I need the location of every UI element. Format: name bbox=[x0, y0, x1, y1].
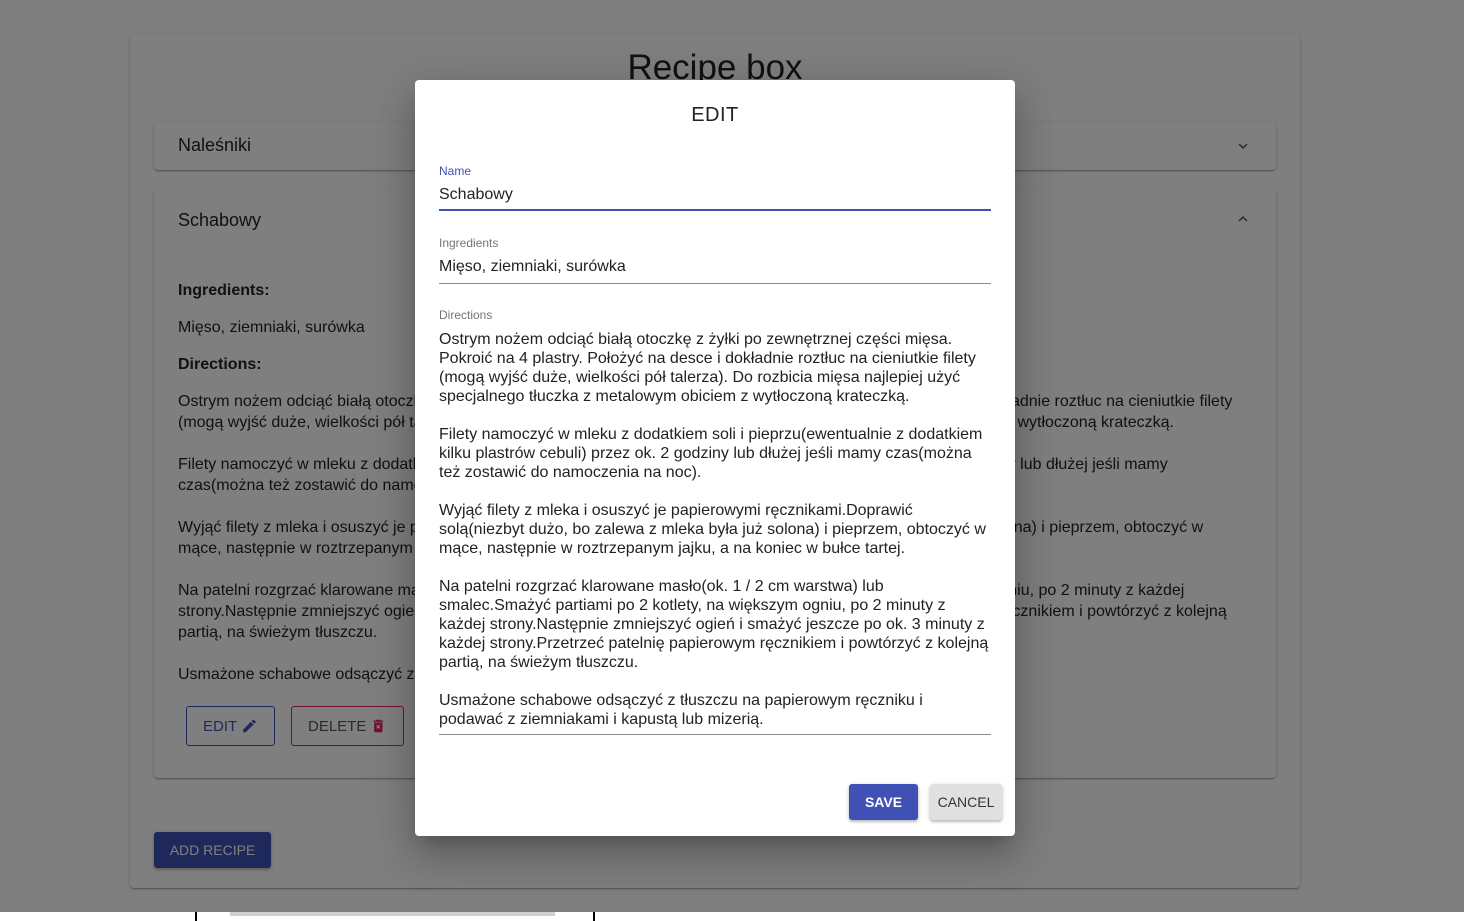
bottom-divider-right bbox=[593, 912, 595, 921]
dialog-title: EDIT bbox=[691, 104, 739, 126]
save-button[interactable]: SAVE bbox=[849, 784, 918, 820]
directions-field-underline bbox=[439, 734, 991, 735]
bottom-divider-left bbox=[195, 912, 197, 921]
directions-textarea-paragraph: Ostrym nożem odciąć białą otoczkę z żyłk… bbox=[439, 331, 976, 405]
cancel-button[interactable]: CANCEL bbox=[930, 784, 1002, 820]
ingredients-field[interactable]: Ingredients Mięso, ziemniaki, surówka bbox=[439, 236, 991, 284]
page-bottom-strip bbox=[0, 912, 1464, 921]
directions-textarea-paragraph: Wyjąć filety z mleka i osuszyć je papier… bbox=[439, 502, 986, 557]
name-field[interactable]: Name Schabowy bbox=[439, 164, 991, 211]
ingredients-field-label: Ingredients bbox=[439, 236, 499, 250]
ingredients-input[interactable]: Mięso, ziemniaki, surówka bbox=[439, 257, 991, 276]
directions-field[interactable]: Directions Ostrym nożem odciąć białą oto… bbox=[439, 308, 991, 735]
directions-textarea-paragraph: Na patelni rozgrzać klarowane masło(ok. … bbox=[439, 578, 989, 671]
directions-textarea-paragraph: Filety namoczyć w mleku z dodatkiem soli… bbox=[439, 426, 983, 481]
name-field-underline bbox=[439, 209, 991, 211]
name-field-label: Name bbox=[439, 164, 472, 178]
directions-textarea[interactable]: Ostrym nożem odciąć białą otoczkę z żyłk… bbox=[439, 330, 991, 729]
name-input[interactable]: Schabowy bbox=[439, 185, 991, 204]
directions-field-label: Directions bbox=[439, 308, 493, 322]
edit-recipe-dialog: EDIT Name Schabowy Ingredients Mięso, zi… bbox=[415, 80, 1015, 836]
ingredients-field-underline bbox=[439, 283, 991, 284]
horizontal-scrollbar-thumb[interactable] bbox=[230, 912, 555, 916]
directions-textarea-paragraph: Usmażone schabowe odsączyć z tłuszczu na… bbox=[439, 692, 923, 728]
